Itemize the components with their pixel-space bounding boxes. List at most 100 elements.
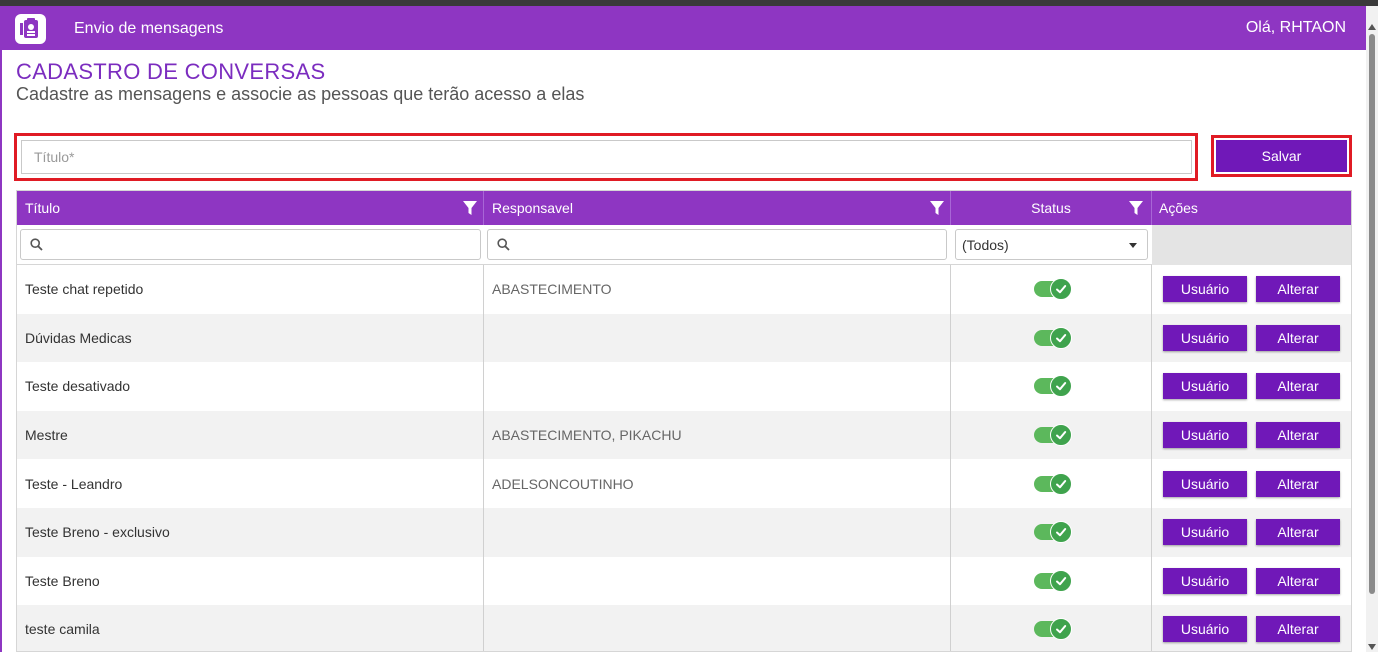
alter-button[interactable]: Alterar	[1256, 373, 1340, 400]
user-button[interactable]: Usuário	[1163, 373, 1247, 400]
table-row[interactable]: Teste desativado Usuário Alterar	[17, 362, 1351, 411]
alter-button[interactable]: Alterar	[1256, 519, 1340, 546]
filter-icon[interactable]	[1128, 200, 1144, 216]
save-button[interactable]: Salvar	[1216, 140, 1347, 172]
status-toggle[interactable]	[1034, 375, 1072, 398]
user-button[interactable]: Usuário	[1163, 422, 1247, 449]
check-icon	[1050, 521, 1072, 544]
status-toggle[interactable]	[1034, 521, 1072, 544]
row-responsavel: ABASTECIMENTO	[484, 265, 951, 314]
status-toggle[interactable]	[1034, 618, 1072, 641]
alter-button[interactable]: Alterar	[1256, 276, 1340, 303]
row-actions: Usuário Alterar	[1152, 411, 1351, 460]
user-button[interactable]: Usuário	[1163, 616, 1247, 643]
row-actions: Usuário Alterar	[1152, 508, 1351, 557]
row-status	[951, 459, 1152, 508]
title-input[interactable]	[21, 140, 1192, 174]
user-button[interactable]: Usuário	[1163, 324, 1247, 351]
status-filter-value: (Todos)	[962, 237, 1009, 253]
row-responsavel	[484, 508, 951, 557]
row-actions: Usuário Alterar	[1152, 459, 1351, 508]
filter-icon[interactable]	[929, 200, 945, 216]
status-toggle[interactable]	[1034, 472, 1072, 495]
page-scrollbar[interactable]	[1366, 6, 1378, 652]
row-status	[951, 410, 1152, 460]
column-header-acoes: Ações	[1152, 191, 1351, 225]
row-actions: Usuário Alterar	[1152, 314, 1351, 363]
status-toggle[interactable]	[1034, 326, 1072, 349]
column-header-responsavel-label: Responsavel	[492, 200, 573, 216]
app-logo-icon[interactable]	[15, 14, 46, 44]
save-button-highlight: Salvar	[1211, 135, 1352, 177]
row-actions: Usuário Alterar	[1152, 605, 1351, 651]
actions-filter-cell	[1152, 225, 1351, 265]
column-header-responsavel[interactable]: Responsavel	[484, 191, 951, 225]
alter-button[interactable]: Alterar	[1256, 324, 1340, 351]
status-toggle[interactable]	[1034, 569, 1072, 592]
row-status	[951, 605, 1152, 651]
app-title: Envio de mensagens	[74, 20, 224, 37]
row-title: teste camila	[17, 605, 484, 651]
row-title: Teste desativado	[17, 362, 484, 411]
page-title: CADASTRO DE CONVERSAS	[16, 59, 326, 84]
grid-filter-row: (Todos)	[17, 225, 1351, 265]
app-header: Envio de mensagens Olá, RHTAON	[0, 6, 1366, 50]
row-actions: Usuário Alterar	[1152, 362, 1351, 411]
alter-button[interactable]: Alterar	[1256, 567, 1340, 594]
responsavel-search-input[interactable]	[487, 229, 947, 260]
row-title: Teste Breno - exclusivo	[17, 508, 484, 557]
user-button[interactable]: Usuário	[1163, 470, 1247, 497]
scroll-up-arrow-icon[interactable]	[1368, 24, 1376, 30]
status-toggle[interactable]	[1034, 278, 1072, 301]
check-icon	[1050, 278, 1072, 301]
row-status	[951, 265, 1152, 314]
row-actions: Usuário Alterar	[1152, 557, 1351, 606]
filter-icon[interactable]	[462, 200, 478, 216]
title-search-input[interactable]	[20, 229, 481, 260]
row-status	[951, 556, 1152, 606]
row-title: Mestre	[17, 410, 484, 460]
column-header-status[interactable]: Status	[951, 191, 1152, 225]
content-left-border	[0, 50, 2, 652]
user-button[interactable]: Usuário	[1163, 276, 1247, 303]
table-row[interactable]: Teste Breno Usuário Alterar	[17, 556, 1351, 606]
scroll-down-arrow-icon[interactable]	[1368, 644, 1376, 650]
status-filter-select[interactable]: (Todos)	[955, 229, 1148, 260]
row-title: Teste Breno	[17, 556, 484, 606]
row-responsavel: ABASTECIMENTO, PIKACHU	[484, 410, 951, 460]
column-header-acoes-label: Ações	[1159, 200, 1198, 216]
row-title: Teste - Leandro	[17, 459, 484, 508]
table-row[interactable]: Mestre ABASTECIMENTO, PIKACHU Usuário Alter…	[17, 410, 1351, 460]
column-header-status-label: Status	[1031, 200, 1071, 216]
status-toggle[interactable]	[1034, 424, 1072, 447]
grid-header-row: Título Responsavel Status Ações	[17, 191, 1351, 225]
search-icon	[497, 238, 510, 251]
table-row[interactable]: teste camila Usuário Alterar	[17, 605, 1351, 651]
alter-button[interactable]: Alterar	[1256, 470, 1340, 497]
title-field-highlight	[14, 133, 1198, 181]
column-header-title-label: Título	[25, 200, 61, 216]
conversations-grid: Título Responsavel Status Ações (Todos) …	[16, 190, 1352, 652]
user-button[interactable]: Usuário	[1163, 519, 1247, 546]
check-icon	[1050, 424, 1072, 447]
alter-button[interactable]: Alterar	[1256, 616, 1340, 643]
search-icon	[30, 238, 43, 251]
scrollbar-thumb[interactable]	[1369, 34, 1375, 594]
table-row[interactable]: Teste Breno - exclusivo Usuário Alterar	[17, 508, 1351, 557]
check-icon	[1050, 569, 1072, 592]
check-icon	[1050, 326, 1072, 349]
row-responsavel	[484, 313, 951, 363]
table-row[interactable]: Dúvidas Medicas Usuário Alterar	[17, 313, 1351, 363]
alter-button[interactable]: Alterar	[1256, 422, 1340, 449]
page-subtitle: Cadastre as mensagens e associe as pesso…	[16, 84, 585, 104]
check-icon	[1050, 472, 1072, 495]
table-row[interactable]: Teste chat repetido ABASTECIMENTO Usuário A…	[17, 265, 1351, 314]
user-button[interactable]: Usuário	[1163, 567, 1247, 594]
user-greeting[interactable]: Olá, RHTAON	[1246, 19, 1346, 37]
row-status	[951, 508, 1152, 557]
chevron-down-icon	[1129, 243, 1137, 248]
row-title: Dúvidas Medicas	[17, 313, 484, 363]
table-row[interactable]: Teste - Leandro ADELSONCOUTINHO Usuário Alt…	[17, 459, 1351, 508]
column-header-title[interactable]: Título	[17, 191, 484, 225]
row-status	[951, 313, 1152, 363]
